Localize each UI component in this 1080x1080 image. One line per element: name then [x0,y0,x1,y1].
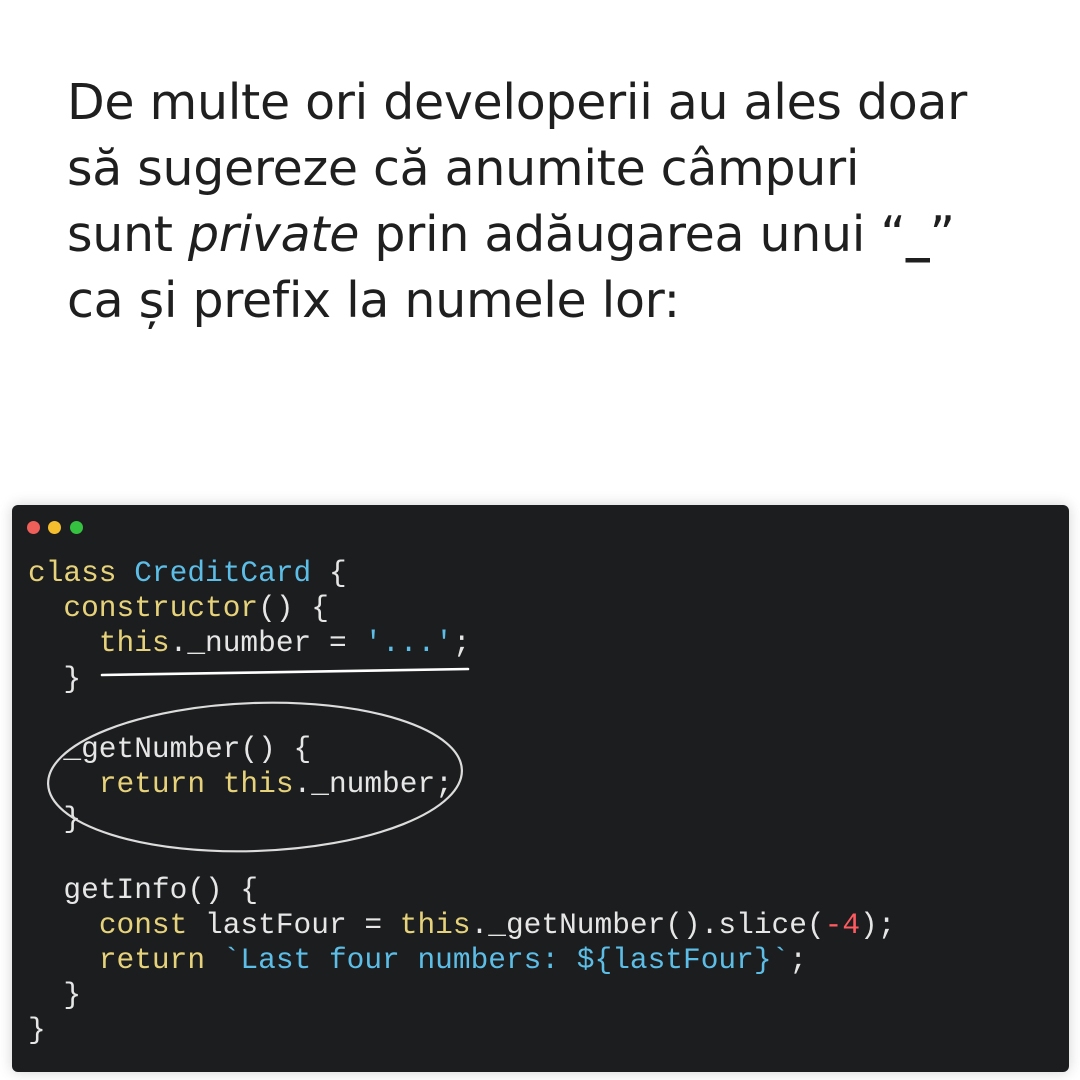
code-line-11: const lastFour = this._getNumber().slice… [28,907,896,943]
heading-line-3-mid: prin adăugarea unui “ [359,206,906,263]
heading-line-3: sunt private prin adăugarea unui “_” [67,202,1027,268]
number-literal: -4 [824,907,861,942]
keyword-const: const [98,907,188,942]
code-line-12: return `Last four numbers: ${lastFour}`; [28,943,895,978]
class-name: CreditCard [134,556,312,590]
keyword-class: class [28,556,117,590]
maximize-dot [70,521,83,534]
code-line-10: getInfo() { [28,872,259,907]
code-line-4: } [28,661,82,696]
code-text: ._number = [169,626,365,661]
keyword-constructor: constructor [63,591,259,626]
keyword-this: this [98,626,170,661]
minimize-dot [48,521,61,534]
heading-line-4: ca și prefix la numele lor: [67,272,680,329]
close-dot [27,521,40,534]
code-text: ._number; [293,767,453,802]
heading-line-1: De multe ori developerii au ales doar [67,74,967,131]
keyword-this: this [222,767,294,802]
code-text: ._getNumber().slice( [470,907,825,942]
code-text: ; [452,626,471,661]
private-keyword-italic: private [187,206,360,263]
code-line-8: } [28,802,82,837]
heading-line-3-close: ” [929,206,955,263]
keyword-this: this [399,907,471,942]
string-literal: '...' [364,626,453,661]
code-line-6: _getNumber() { [28,731,312,766]
code-line-7: return this._number; [28,767,895,802]
template-literal: `Last four numbers: ${lastFour}` [222,943,790,978]
underscore-symbol: _ [905,206,930,263]
code-line-1: class CreditCard { [28,556,895,591]
heading-text: De multe ori developerii au ales doar să… [67,70,1027,334]
code-line-2: constructor() { [28,591,895,626]
code-text: { [311,556,347,590]
keyword-return: return [98,943,206,978]
keyword-return: return [98,767,206,802]
code-line-13: } [28,978,82,1013]
code-line-14: } [28,1013,46,1048]
heading-line-3-prefix: sunt [67,206,188,263]
code-text: ); [860,907,896,942]
code-text: lastFour = [187,907,400,942]
code-line-3: this._number = '...'; [28,626,895,661]
code-block: class CreditCard { constructor() { this.… [28,556,895,1049]
heading-line-2: să sugereze că anumite câmpuri [67,140,860,197]
code-text: () { [258,591,329,626]
code-text: ; [789,943,807,978]
